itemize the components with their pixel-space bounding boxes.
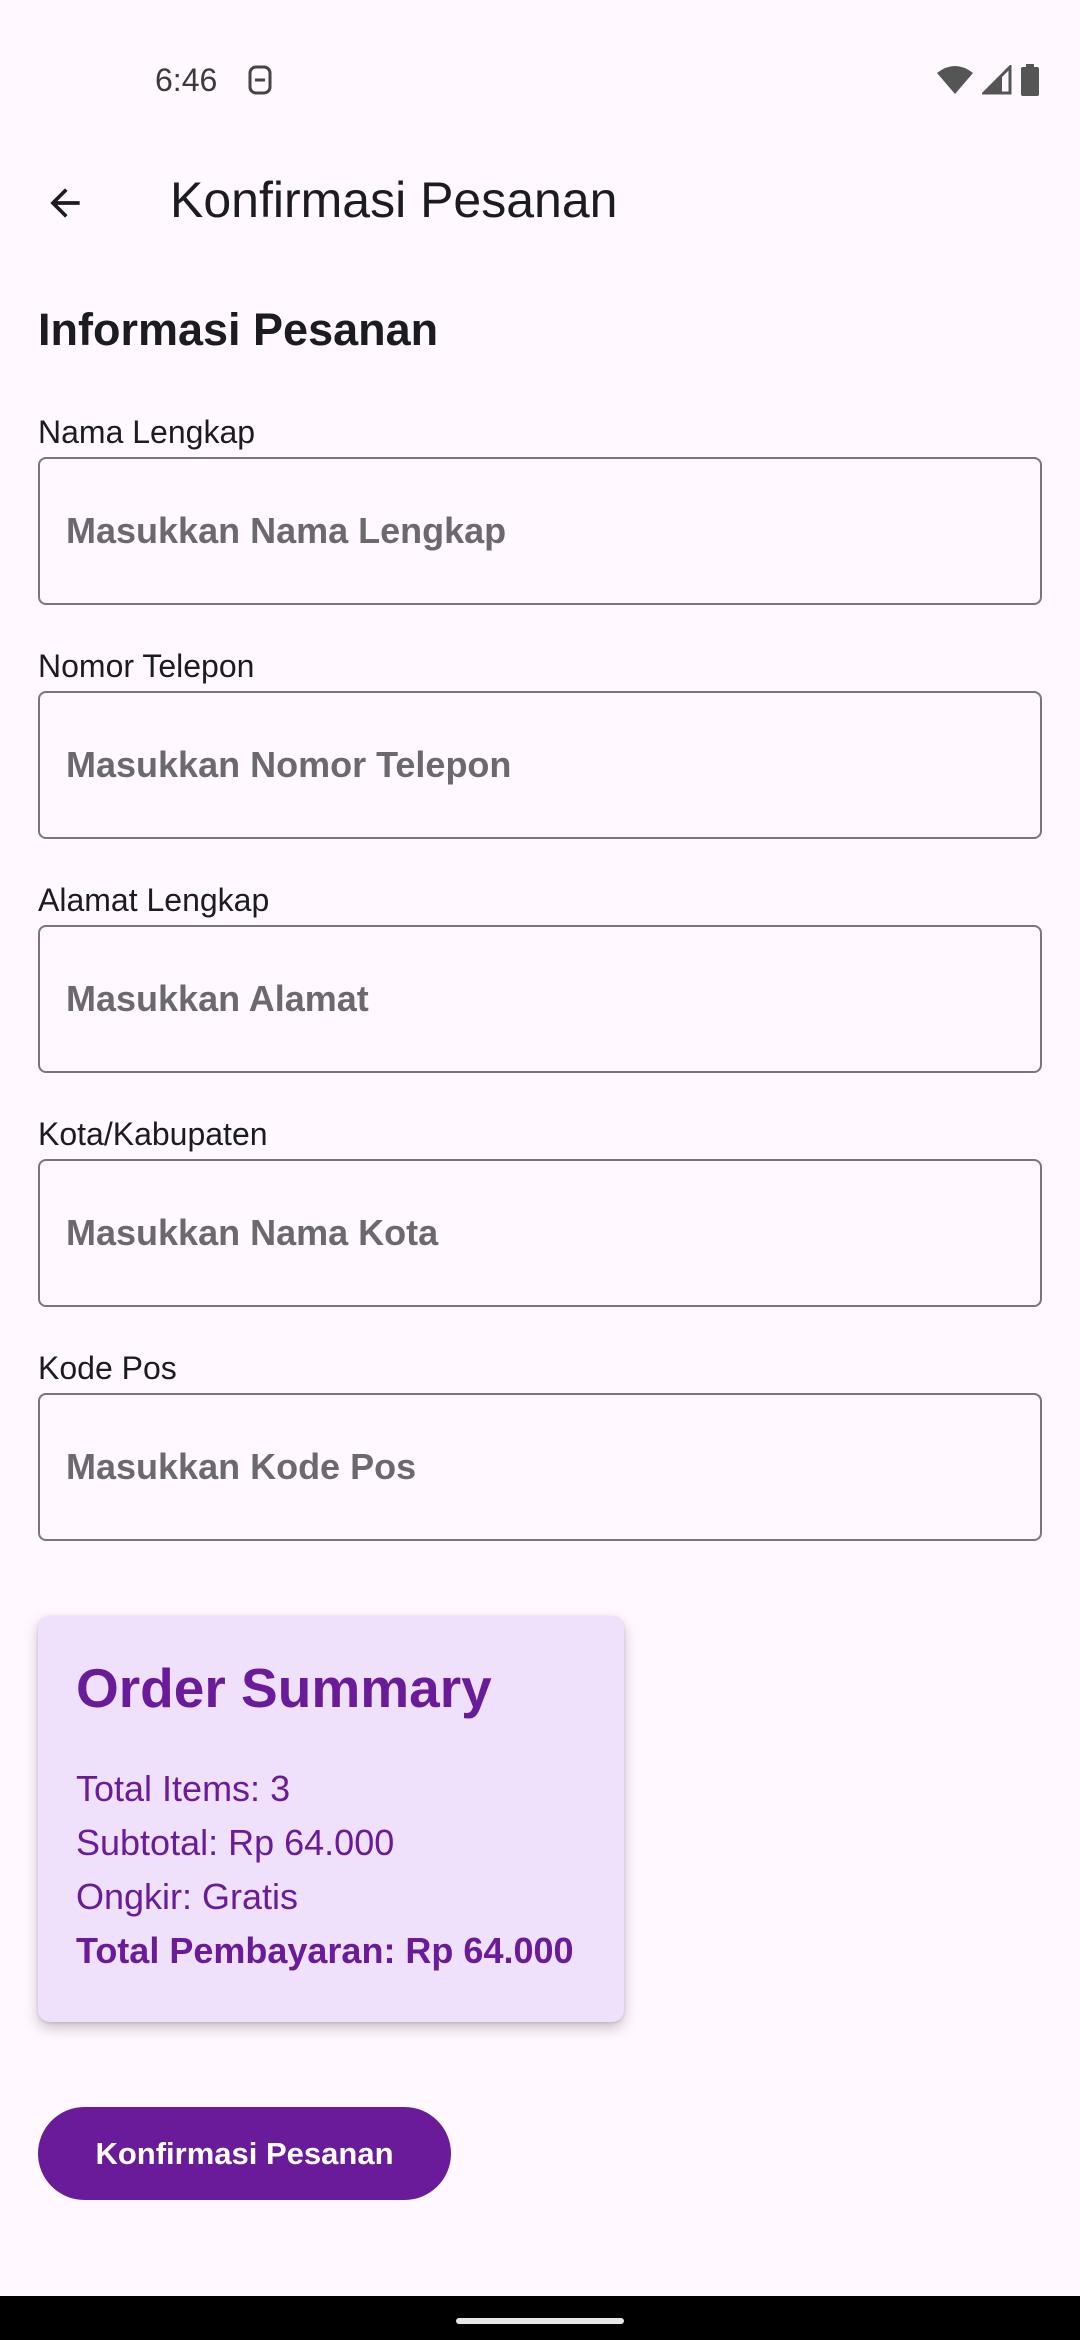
gesture-handle[interactable] bbox=[456, 2318, 624, 2324]
section-title: Informasi Pesanan bbox=[38, 304, 439, 355]
navigation-bar bbox=[0, 2296, 1080, 2340]
postal-code-label: Kode Pos bbox=[38, 1350, 177, 1386]
order-summary-card: Order Summary Total Items: 3 Subtotal: R… bbox=[38, 1616, 624, 2022]
wifi-icon bbox=[936, 65, 974, 100]
city-label: Kota/Kabupaten bbox=[38, 1116, 268, 1152]
total-payment-text: Total Pembayaran: Rp 64.000 bbox=[76, 1930, 574, 1971]
total-items-text: Total Items: 3 bbox=[76, 1768, 291, 1809]
order-summary-title: Order Summary bbox=[76, 1657, 492, 1719]
back-button[interactable] bbox=[30, 170, 100, 240]
app-bar: Konfirmasi Pesanan bbox=[0, 150, 1080, 250]
status-bar: 6:46 bbox=[0, 0, 1080, 110]
shipping-text: Ongkir: Gratis bbox=[76, 1876, 299, 1917]
status-icons bbox=[936, 63, 1040, 101]
postal-code-input[interactable] bbox=[38, 1393, 1042, 1541]
sim-card-icon bbox=[246, 64, 274, 96]
signal-icon bbox=[980, 63, 1012, 100]
phone-number-input[interactable] bbox=[38, 691, 1042, 839]
city-input[interactable] bbox=[38, 1159, 1042, 1307]
address-input[interactable] bbox=[38, 925, 1042, 1073]
full-name-input[interactable] bbox=[38, 457, 1042, 605]
address-label: Alamat Lengkap bbox=[38, 882, 270, 918]
full-name-label: Nama Lengkap bbox=[38, 414, 256, 450]
phone-number-label: Nomor Telepon bbox=[38, 648, 255, 684]
arrow-back-icon bbox=[43, 181, 87, 230]
confirm-order-button[interactable]: Konfirmasi Pesanan bbox=[38, 2107, 451, 2200]
page-title: Konfirmasi Pesanan bbox=[170, 172, 618, 228]
subtotal-text: Subtotal: Rp 64.000 bbox=[76, 1822, 395, 1863]
battery-icon bbox=[1020, 64, 1040, 101]
status-time: 6:46 bbox=[155, 62, 218, 98]
